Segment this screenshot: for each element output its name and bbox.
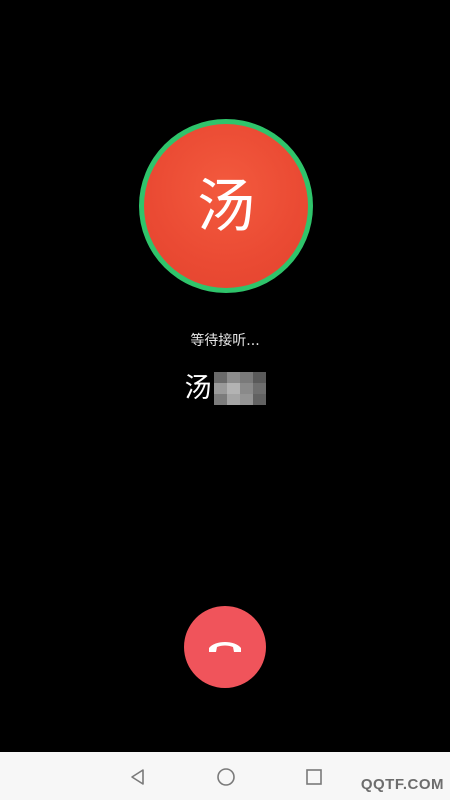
phone-screen: 汤 等待接听... 汤 QQTF.COM	[0, 0, 450, 800]
nav-back-button[interactable]	[125, 764, 151, 790]
recents-square-icon	[306, 769, 322, 785]
call-status-text: 等待接听...	[190, 333, 260, 349]
contact-name-visible: 汤	[184, 373, 212, 404]
contact-avatar: 汤	[144, 124, 308, 288]
site-watermark: QQTF.COM	[360, 776, 444, 793]
back-triangle-icon	[131, 769, 144, 785]
hangup-button[interactable]	[184, 606, 266, 688]
phone-hangup-icon	[209, 642, 241, 652]
call-area: 汤 等待接听... 汤	[0, 0, 450, 752]
contact-name: 汤	[0, 372, 450, 405]
contact-name-redaction-mosaic	[213, 372, 266, 405]
avatar-initial: 汤	[196, 172, 255, 240]
nav-recents-button[interactable]	[301, 764, 327, 790]
nav-home-button[interactable]	[213, 764, 239, 790]
home-circle-icon	[217, 768, 235, 786]
contact-avatar-ring: 汤	[139, 119, 313, 293]
